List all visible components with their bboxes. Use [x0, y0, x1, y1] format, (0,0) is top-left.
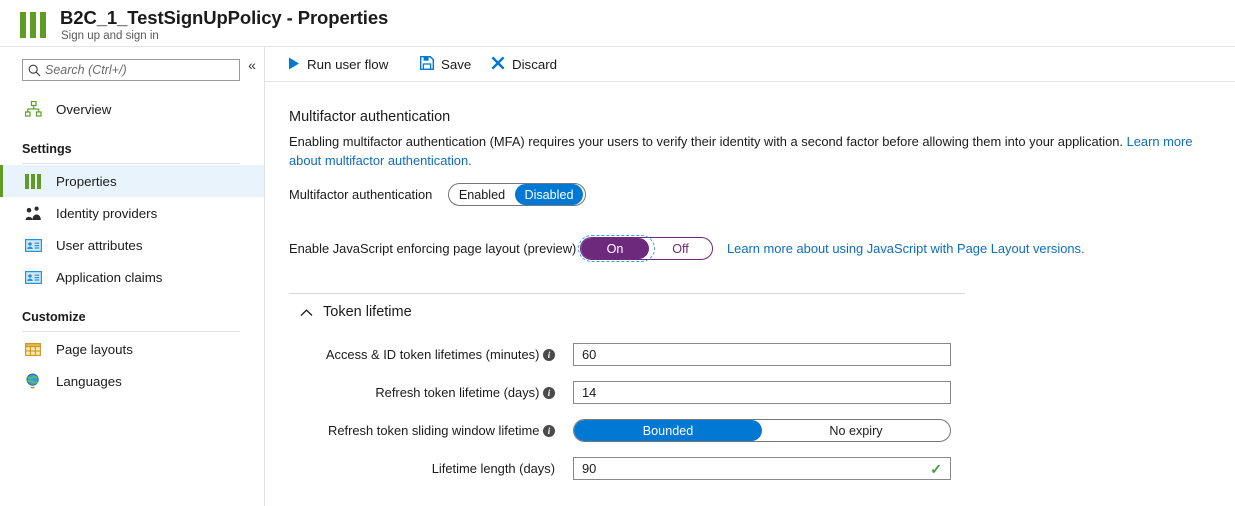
play-icon [288, 57, 300, 73]
access-id-token-lifetimes-label: Access & ID token lifetimes (minutes) i [265, 347, 555, 362]
mfa-heading: Multifactor authentication [289, 109, 451, 125]
mfa-description-text: Enabling multifactor authentication (MFA… [289, 134, 1127, 149]
field-label-text: Refresh token sliding window lifetime [328, 423, 540, 438]
refresh-token-lifetime-input[interactable]: 14 [573, 381, 951, 404]
valid-check-icon: ✓ [930, 460, 942, 477]
sidebar-group-customize-label: Customize [22, 310, 86, 324]
refresh-token-sliding-window-toggle[interactable]: Bounded No expiry [573, 419, 951, 442]
page-title: B2C_1_TestSignUpPolicy - Properties [60, 7, 389, 28]
search-icon [23, 64, 45, 77]
hierarchy-icon [22, 100, 44, 118]
lifetime-length-input[interactable]: 90 ✓ [573, 457, 951, 480]
sidebar-group-settings-rule [22, 163, 240, 164]
sidebar-item-label: Languages [56, 373, 122, 389]
save-floppy-icon [420, 56, 434, 73]
mfa-field-label: Multifactor authentication [289, 187, 433, 202]
sliding-window-option-bounded[interactable]: Bounded [574, 420, 762, 441]
sidebar-item-label: User attributes [56, 237, 143, 253]
sidebar-item-overview[interactable]: Overview [0, 93, 264, 125]
sidebar-item-page-layouts[interactable]: Page layouts [0, 333, 264, 365]
refresh-token-sliding-window-label: Refresh token sliding window lifetime i [265, 423, 555, 438]
sidebar-item-languages[interactable]: Languages [0, 365, 264, 397]
page-subtitle: Sign up and sign in [61, 30, 159, 42]
lifetime-length-label: Lifetime length (days) [265, 461, 555, 476]
user-attributes-icon [22, 236, 44, 254]
globe-icon [22, 372, 44, 390]
discard-label: Discard [512, 57, 558, 72]
javascript-option-off[interactable]: Off [649, 238, 712, 259]
mfa-option-enabled[interactable]: Enabled [449, 184, 515, 205]
field-label-text: Lifetime length (days) [431, 461, 555, 476]
sidebar-item-identity-providers[interactable]: Identity providers [0, 197, 264, 229]
sidebar: « Overview Settings Properties [0, 47, 264, 506]
field-label-text: Refresh token lifetime (days) [375, 385, 540, 400]
save-button[interactable]: Save [420, 47, 471, 82]
command-bar: Run user flow Save Discard [265, 47, 1235, 122]
save-label: Save [441, 57, 472, 72]
run-user-flow-label: Run user flow [307, 57, 389, 72]
field-label-text: Access & ID token lifetimes (minutes) [325, 347, 540, 362]
sidebar-item-label: Properties [56, 173, 117, 189]
javascript-option-on[interactable]: On [581, 238, 649, 259]
javascript-toggle[interactable]: On Off [580, 237, 713, 260]
javascript-field-label: Enable JavaScript enforcing page layout … [289, 241, 577, 256]
mfa-toggle[interactable]: Enabled Disabled [448, 183, 586, 206]
policy-bars-icon [22, 172, 44, 190]
sliding-window-option-no-expiry[interactable]: No expiry [762, 420, 950, 441]
sidebar-group-settings-label: Settings [22, 142, 72, 156]
main-content: Multifactor authentication Enabling mult… [265, 82, 1235, 506]
info-icon[interactable]: i [543, 425, 555, 437]
page-layouts-icon [22, 340, 44, 358]
input-value: 60 [582, 347, 597, 362]
sidebar-item-user-attributes[interactable]: User attributes [0, 229, 264, 261]
discard-button[interactable]: Discard [491, 47, 557, 82]
access-id-token-lifetimes-input[interactable]: 60 [573, 343, 951, 366]
refresh-token-lifetime-label: Refresh token lifetime (days) i [265, 385, 555, 400]
input-value: 14 [582, 385, 597, 400]
chevron-up-icon[interactable] [300, 306, 313, 320]
sidebar-item-application-claims[interactable]: Application claims [0, 261, 264, 293]
collapse-sidebar-chevron-icon[interactable]: « [244, 56, 260, 74]
application-claims-icon [22, 268, 44, 286]
search-box[interactable] [22, 59, 240, 81]
section-divider [289, 293, 965, 294]
info-icon[interactable]: i [543, 349, 555, 361]
sidebar-item-label: Page layouts [56, 341, 133, 357]
azure-b2c-properties-page: B2C_1_TestSignUpPolicy - Properties Sign… [0, 0, 1235, 506]
close-x-icon [491, 56, 505, 73]
info-icon[interactable]: i [543, 387, 555, 399]
sidebar-item-label: Overview [56, 101, 112, 117]
sidebar-group-customize-rule [22, 331, 240, 332]
javascript-learn-more-link[interactable]: Learn more about using JavaScript with P… [727, 241, 1085, 256]
token-lifetime-section-title[interactable]: Token lifetime [323, 304, 412, 320]
mfa-option-disabled[interactable]: Disabled [515, 184, 583, 205]
identity-providers-icon [22, 204, 44, 222]
policy-bars-icon [20, 12, 48, 38]
mfa-description: Enabling multifactor authentication (MFA… [289, 132, 1214, 170]
sidebar-item-label: Identity providers [56, 205, 158, 221]
input-value: 90 [582, 461, 597, 476]
page-header: B2C_1_TestSignUpPolicy - Properties Sign… [0, 0, 1235, 47]
run-user-flow-button[interactable]: Run user flow [288, 47, 388, 82]
sidebar-item-properties[interactable]: Properties [0, 165, 264, 197]
sidebar-item-label: Application claims [56, 269, 163, 285]
search-input[interactable] [45, 63, 225, 77]
